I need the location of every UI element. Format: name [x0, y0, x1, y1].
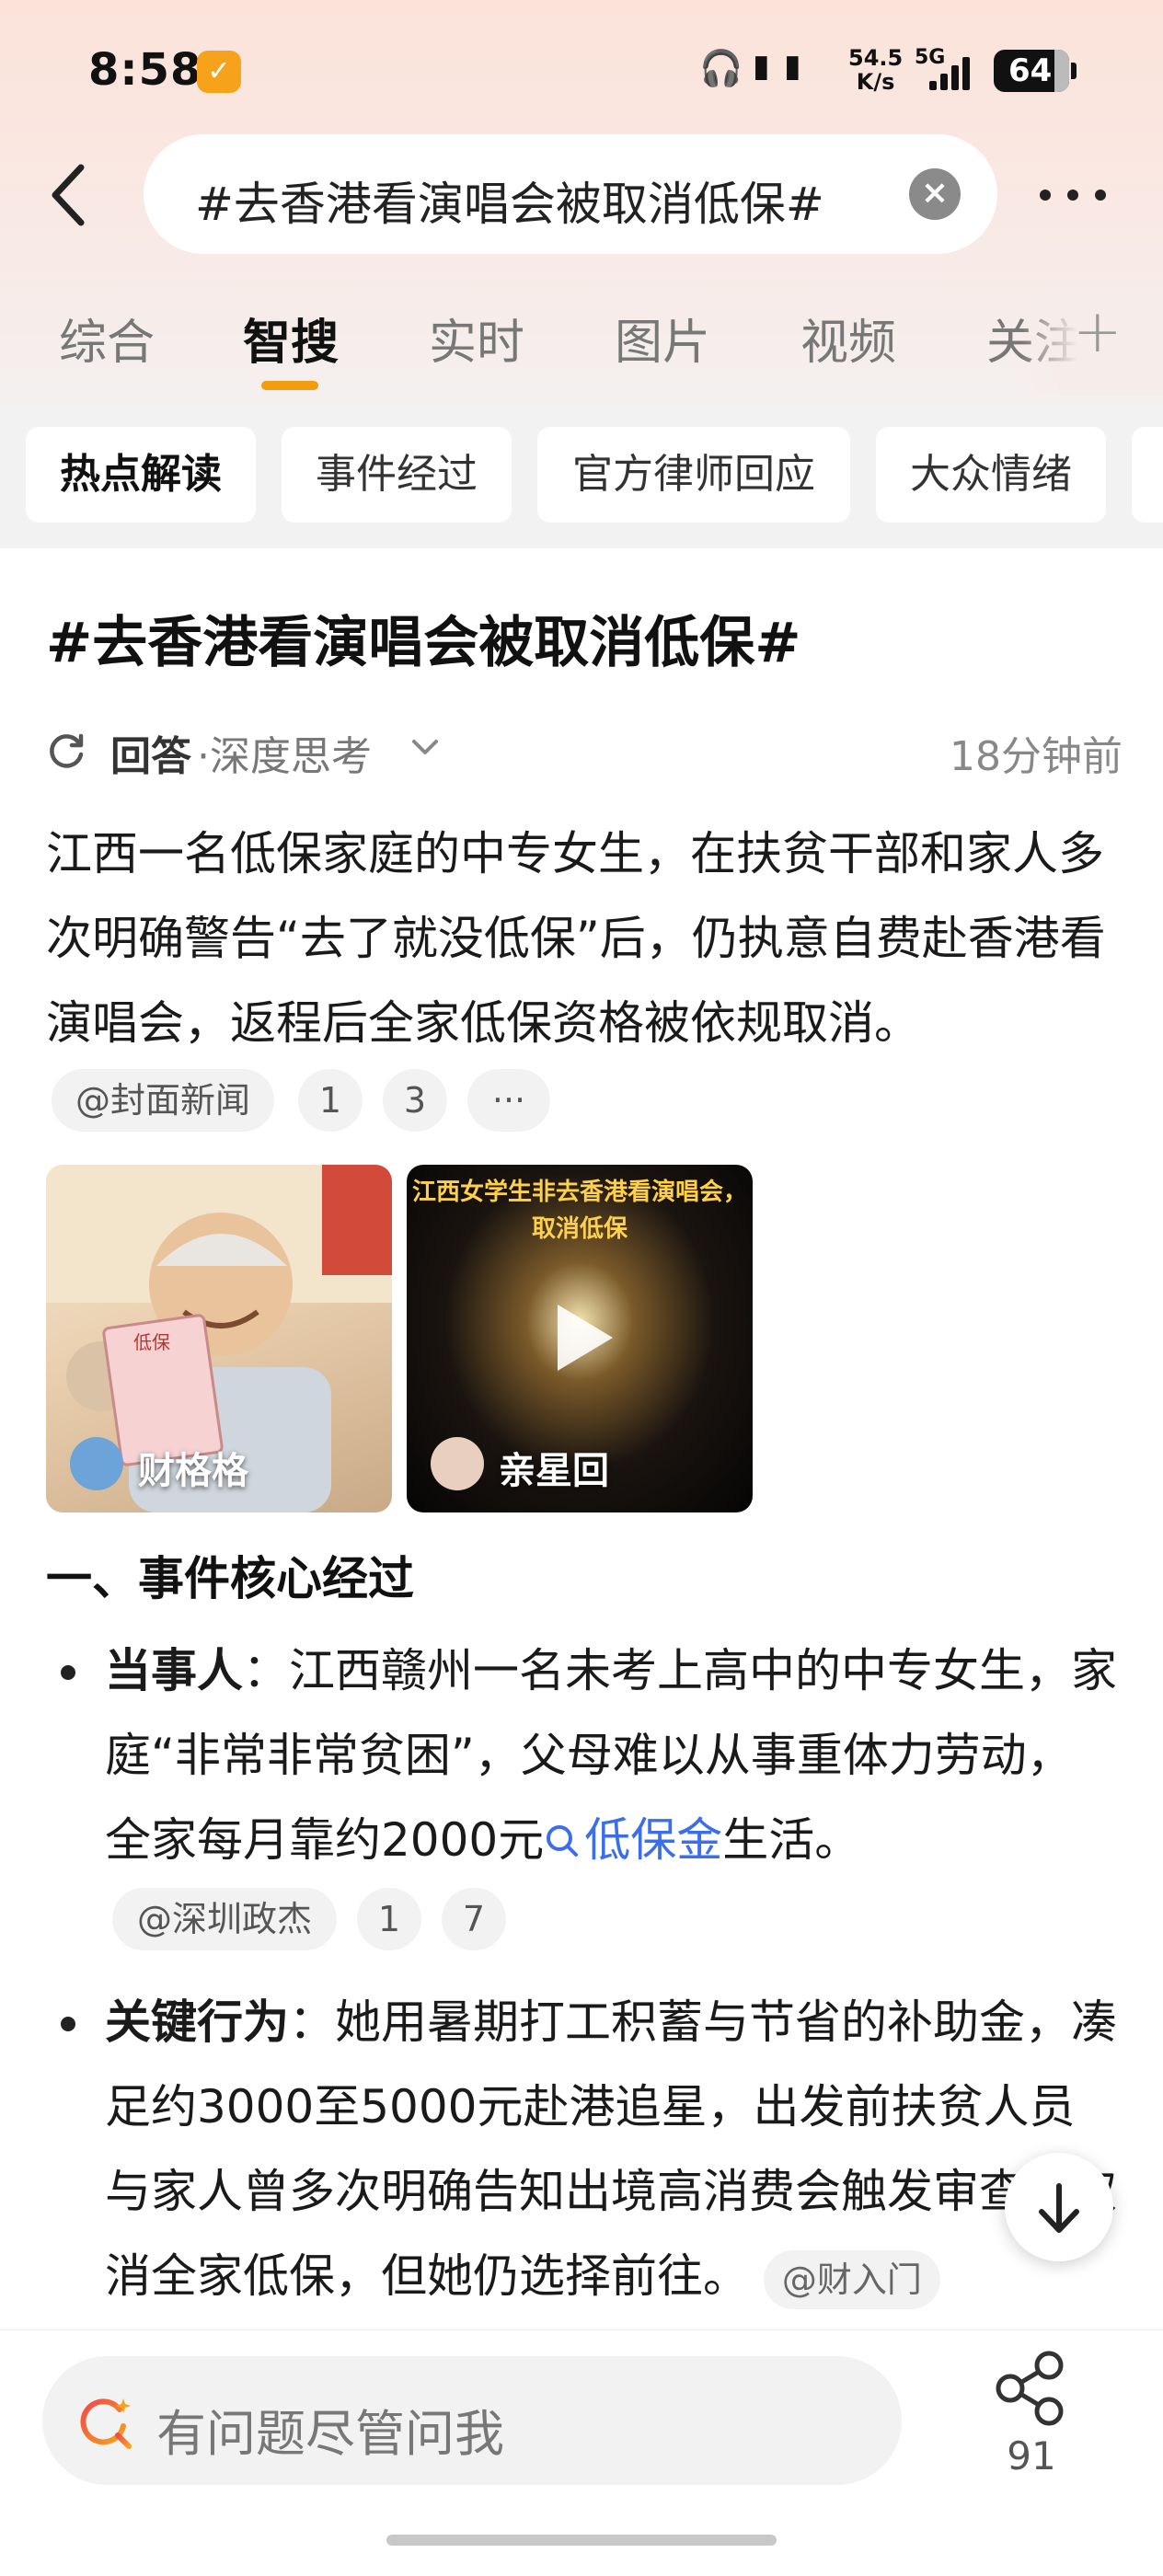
- chevron-left-icon: [52, 164, 85, 226]
- source-ref-pill[interactable]: 1: [298, 1069, 363, 1132]
- bullet-item-party: 当事人：江西赣州一名未考上高中的中专女生，家庭“非常非常贫困”，父母难以从事重体…: [105, 1628, 1117, 1882]
- source-pill[interactable]: @财入门: [763, 2249, 940, 2309]
- answer-summary: 江西一名低保家庭的中专女生，在扶贫干部和家人多次明确警告“去了就没低保”后，仍执…: [46, 827, 1106, 1050]
- add-tab-icon[interactable]: +: [1073, 298, 1123, 366]
- avatar: [431, 1437, 484, 1490]
- ai-search-icon: [80, 2398, 132, 2449]
- bottom-bar: 有问题尽管问我 91: [0, 2329, 1163, 2576]
- tab-realtime[interactable]: 实时: [429, 304, 524, 373]
- tab-videos[interactable]: 视频: [800, 304, 896, 373]
- avatar: [70, 1437, 123, 1490]
- bullet-dot: [61, 2017, 75, 2031]
- bullet-head: 关键行为: [105, 1995, 289, 2049]
- svg-text:低保: 低保: [133, 1331, 170, 1353]
- answer-timestamp: 18分钟前: [950, 733, 1123, 780]
- tab-smart-search[interactable]: 智搜: [243, 304, 339, 373]
- search-tabs: 综合 智搜 实时 图片 视频 关注 +: [0, 294, 1163, 405]
- back-button[interactable]: [44, 158, 99, 232]
- play-icon[interactable]: [552, 1301, 616, 1374]
- source-pill[interactable]: @封面新闻: [52, 1069, 274, 1132]
- status-bar: 8:58 ✓ 🎧 ▮ ▮ 54.5 K/s 5G 64: [0, 0, 1163, 138]
- headphones-icon: 🎧: [699, 48, 743, 88]
- clear-search-button[interactable]: ×: [909, 168, 961, 220]
- source-ref-pill[interactable]: 1: [357, 1888, 421, 1950]
- vibrate-icon: ▮: [784, 48, 801, 85]
- chip-hot-interpretation[interactable]: 热点解读: [26, 427, 256, 523]
- close-icon: ×: [920, 174, 950, 212]
- media-card-video[interactable]: 江西女学生非去香港看演唱会，取消低保 亲星回: [407, 1165, 753, 1512]
- media-card-image[interactable]: 低保 财格格: [46, 1165, 392, 1512]
- arrow-down-icon: [1039, 2183, 1079, 2233]
- chip-public-sentiment[interactable]: 大众情绪: [876, 427, 1106, 523]
- search-icon: [547, 1825, 579, 1857]
- network-speed-value: 54.5: [848, 45, 904, 71]
- answer-title: #去香港看演唱会被取消低保#: [46, 611, 801, 675]
- network-speed: 54.5 K/s: [848, 46, 903, 94]
- home-indicator[interactable]: [386, 2535, 777, 2546]
- app-notification-icon: ✓: [197, 51, 241, 93]
- chip-event-process[interactable]: 事件经过: [282, 427, 512, 523]
- source-ref-pill[interactable]: 7: [442, 1888, 506, 1950]
- chevron-down-icon[interactable]: [407, 729, 443, 765]
- bullet-head: 当事人: [105, 1644, 243, 1697]
- bullet-dot: [61, 1665, 75, 1680]
- status-time: 8:58: [88, 44, 202, 96]
- bullet-item-key-action: 关键行为：她用暑期打工积蓄与节省的补助金，凑足约3000至5000元赴港追星，出…: [105, 1980, 1117, 2320]
- keyword-search-link[interactable]: 低保金: [544, 1813, 722, 1867]
- video-caption: 江西女学生非去香港看演唱会，取消低保: [411, 1179, 747, 1243]
- scroll-down-button[interactable]: [1005, 2153, 1113, 2261]
- source-pill[interactable]: @深圳政杰: [112, 1888, 337, 1950]
- search-query-text: #去香港看演唱会被取消低保#: [195, 178, 824, 231]
- more-dots-icon: [1040, 190, 1051, 201]
- ask-input[interactable]: 有问题尽管问我: [42, 2356, 902, 2485]
- battery-level: 64: [1008, 52, 1053, 89]
- section-heading: 一、事件核心经过: [46, 1552, 414, 1605]
- tab-images[interactable]: 图片: [615, 304, 710, 373]
- signal-icon: [929, 55, 973, 90]
- share-icon[interactable]: [992, 2349, 1071, 2428]
- search-input[interactable]: #去香港看演唱会被取消低保# ×: [144, 134, 997, 254]
- active-tab-indicator: [261, 381, 318, 390]
- answer-label: 回答: [110, 733, 191, 780]
- more-sources-button[interactable]: ···: [467, 1069, 550, 1132]
- deep-thinking-toggle[interactable]: ·深度思考: [197, 723, 372, 782]
- source-ref-pill[interactable]: 3: [383, 1069, 447, 1132]
- bullet-tail: 生活。: [722, 1813, 861, 1867]
- ask-placeholder: 有问题尽管问我: [156, 2405, 504, 2463]
- tab-comprehensive[interactable]: 综合: [59, 304, 155, 373]
- share-count: 91: [1007, 2433, 1056, 2478]
- network-speed-unit: K/s: [856, 69, 895, 95]
- bluetooth-device-icon: ▮: [753, 48, 770, 85]
- chip-official-response[interactable]: 官方律师回应: [537, 427, 850, 523]
- more-options-button[interactable]: [1038, 177, 1111, 213]
- media-author: 财格格: [138, 1450, 248, 1492]
- answer-meta: 回答 ·深度思考 18分钟前: [46, 723, 1123, 780]
- refresh-icon: [50, 733, 84, 768]
- media-author: 亲星回: [499, 1450, 609, 1492]
- keyword-link-text: 低保金: [584, 1813, 723, 1867]
- chip-more[interactable]: [1132, 427, 1163, 523]
- battery-icon: 64: [994, 50, 1077, 92]
